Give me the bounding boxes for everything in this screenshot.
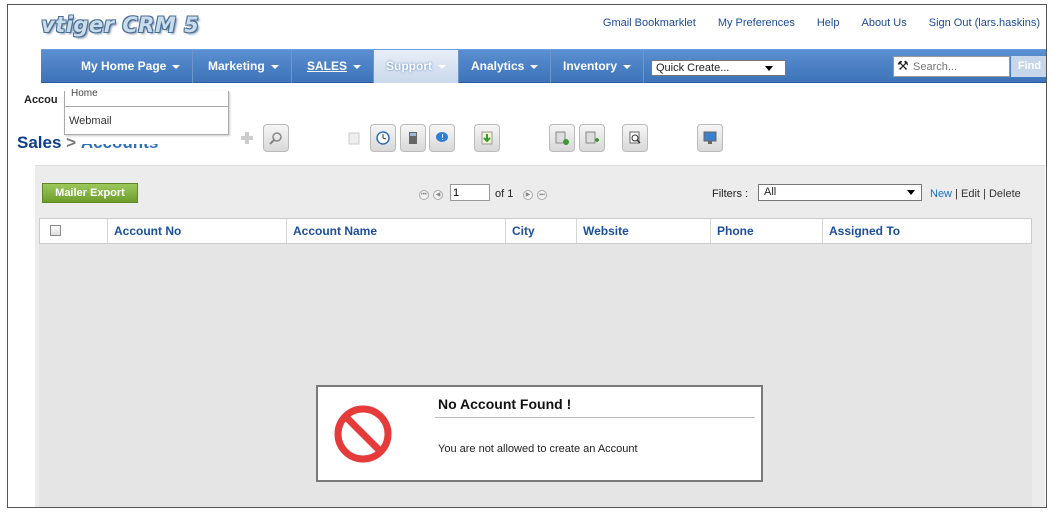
empty-state-dialog: No Account Found ! You are not allowed t… [316,385,763,482]
svg-text:!: ! [441,133,444,142]
caret-down-icon [530,64,539,69]
about-us-link[interactable]: About Us [861,17,906,29]
tab-my-home-page[interactable]: My Home Page [69,50,194,83]
caret-down-icon [172,64,181,69]
tab-label: My Home Page [81,59,167,73]
app-logo[interactable]: vtiger CRM 5 [41,13,199,37]
last-page-icon[interactable]: ⏭ [537,190,547,200]
tab-marketing[interactable]: Marketing [196,50,292,83]
filters-label: Filters : [712,188,749,200]
column-account-no[interactable]: Account No [107,219,286,243]
caret-down-icon [438,64,446,69]
filter-value: All [764,186,777,198]
main-nav: My Home Page Marketing SALES Support Ana… [41,49,1046,83]
top-links: Gmail Bookmarklet My Preferences Help Ab… [581,17,1040,29]
prohibited-icon [334,405,392,463]
tab-dropdown-menu: Home Webmail [64,88,229,135]
empty-state-title: No Account Found ! [438,396,572,412]
breadcrumb: Accou [24,94,58,106]
clock-icon[interactable] [370,124,396,152]
delete-filter-link[interactable]: Delete [989,188,1021,200]
first-page-icon[interactable]: ⏮ [419,190,429,200]
mailer-export-button[interactable]: Mailer Export [42,183,138,203]
edit-filter-link[interactable]: Edit [961,188,980,200]
gmail-bookmarklet-link[interactable]: Gmail Bookmarklet [603,17,696,29]
tab-label: Marketing [208,59,265,73]
menu-item-home[interactable]: Home [71,88,98,99]
module-title[interactable]: Sales [17,133,61,152]
monitor-icon[interactable] [697,124,723,152]
tab-label: Analytics [471,59,525,73]
calendar-icon[interactable] [341,124,367,152]
column-assigned-to[interactable]: Assigned To [822,219,1032,243]
find-button[interactable]: Find [1011,56,1046,77]
my-preferences-link[interactable]: My Preferences [718,17,795,29]
add-icon[interactable] [234,124,260,152]
dropdown-arrow-icon [765,66,773,71]
tab-label: Inventory [563,59,618,73]
select-all-checkbox[interactable] [50,225,61,236]
import-icon[interactable] [474,124,500,152]
help-link[interactable]: Help [817,17,840,29]
tab-label: SALES [307,59,348,73]
prev-page-icon[interactable]: ◀ [433,190,443,200]
quick-create-select[interactable]: Quick Create... [651,60,786,76]
find-duplicates-icon[interactable] [622,124,648,152]
module-subtitle[interactable]: Accounts [81,144,158,153]
export-all-icon[interactable] [579,124,605,152]
new-filter-link[interactable]: New [930,188,952,200]
page-title: Sales > Accounts [17,133,158,153]
quick-create-label: Quick Create... [656,62,730,74]
search-box: ⚒ [893,56,1010,77]
list-panel: Mailer Export ⏮ ◀ of 1 ▶ ⏭ Filters : All… [35,165,1045,507]
calculator-icon[interactable] [400,124,426,152]
title-separator: > [61,133,81,152]
tools-icon: ⚒ [897,58,909,73]
search-input[interactable] [913,59,1008,74]
tab-inventory[interactable]: Inventory [551,50,645,83]
menu-item-webmail[interactable]: Webmail [69,115,112,127]
export-icon[interactable] [549,124,575,152]
chat-icon[interactable]: ! [429,124,455,152]
crm-window: vtiger CRM 5 Gmail Bookmarklet My Prefer… [7,4,1047,508]
sign-out-link[interactable]: Sign Out (lars.haskins) [929,17,1040,29]
link-separator: | [979,188,989,200]
empty-state-message: You are not allowed to create an Account [438,443,638,455]
next-page-icon[interactable]: ▶ [523,190,533,200]
search-icon[interactable] [263,124,289,152]
tab-analytics[interactable]: Analytics [459,50,552,83]
tab-sales[interactable]: SALES [295,50,375,83]
dialog-divider [435,417,755,418]
caret-down-icon [353,64,362,69]
caret-down-icon [623,64,632,69]
filter-select[interactable]: All [758,184,922,201]
column-account-name[interactable]: Account Name [286,219,505,243]
tab-support[interactable]: Support [374,50,459,83]
link-separator: | [952,188,961,200]
caret-down-icon [270,64,279,69]
column-city[interactable]: City [505,219,576,243]
page-number-input[interactable] [450,184,490,201]
tab-label: Support [386,59,432,73]
table-header: Account No Account Name City Website Pho… [39,218,1032,244]
column-phone[interactable]: Phone [710,219,822,243]
menu-divider [65,106,228,107]
dropdown-arrow-icon [907,190,915,195]
filter-links: New | Edit | Delete [930,188,1021,200]
page-count: of 1 [495,188,514,200]
column-website[interactable]: Website [576,219,710,243]
